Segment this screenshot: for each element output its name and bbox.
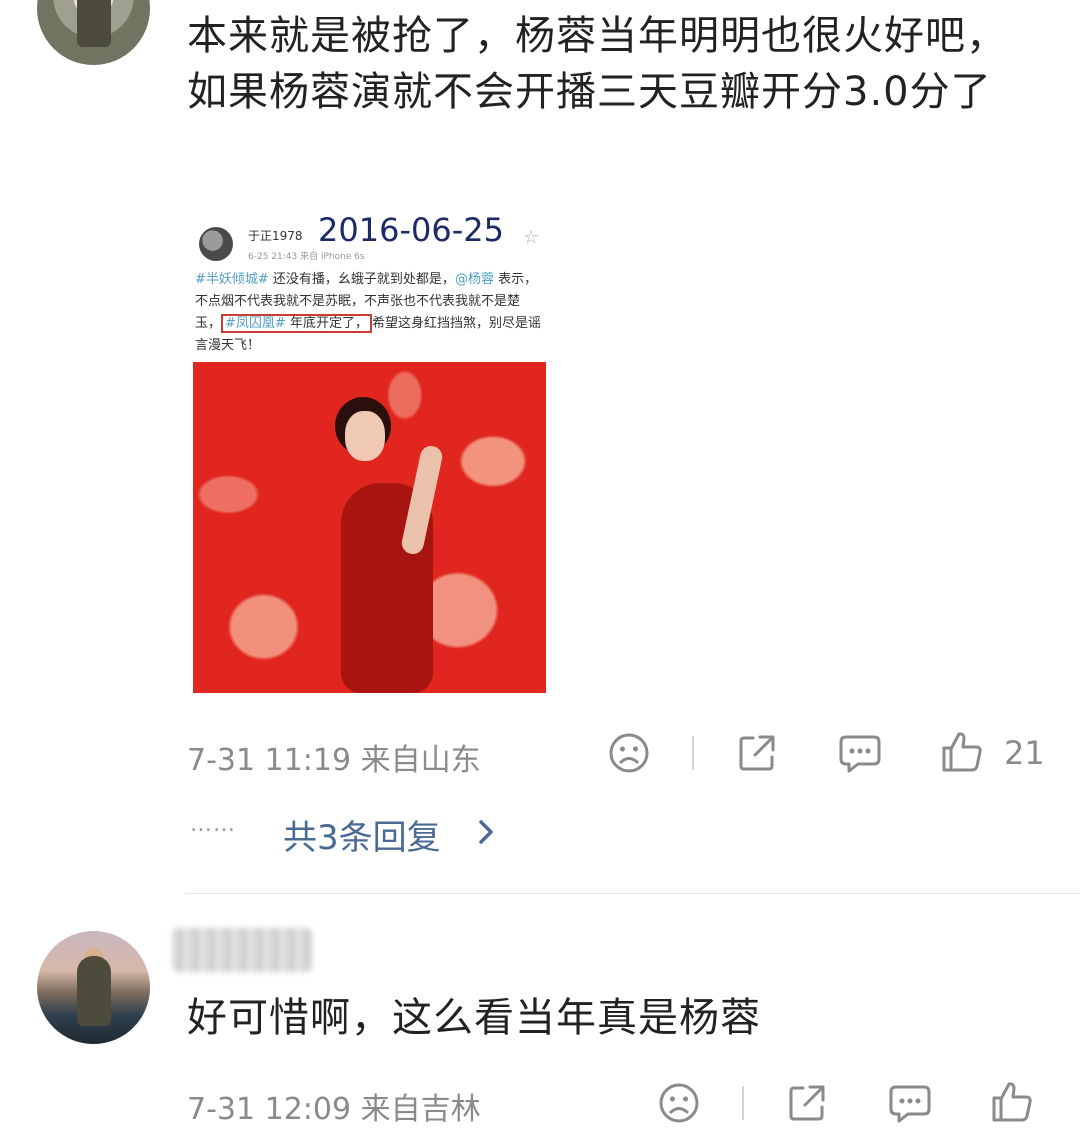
comment-time-location: 7-31 11:19 来自山东 [187, 743, 481, 778]
mention: @杨蓉 [454, 272, 494, 287]
action-separator [742, 1086, 744, 1120]
action-separator [692, 736, 694, 770]
star-icon: ☆ [523, 227, 540, 248]
commenter-name-blurred[interactable] [172, 928, 312, 972]
chevron-right-icon[interactable] [472, 812, 502, 852]
commenter-avatar[interactable] [37, 931, 150, 1044]
share-icon[interactable] [786, 1082, 828, 1124]
photo-face [345, 411, 385, 461]
comment-time-location: 7-31 12:09 来自吉林 [187, 1092, 481, 1127]
share-icon[interactable] [736, 732, 778, 774]
avatar-figure-body [77, 956, 111, 1026]
comment-icon[interactable] [888, 1082, 932, 1124]
comment-text: 好可惜啊，这么看当年真是杨蓉 [187, 995, 761, 1041]
post-date-overlay: 2016-06-25 [318, 211, 504, 249]
comment-icon[interactable] [838, 732, 882, 774]
post-body-text: #半妖倾城# 还没有播，幺蛾子就到处都是，@杨蓉 表示，不点烟不代表我就不是苏眠… [195, 269, 545, 357]
comment-divider [186, 893, 1080, 894]
replies-dots: …… [190, 812, 236, 837]
post-author-name: 于正1978 [248, 229, 303, 243]
highlight-box: #凤囚凰# 年底开定了， [221, 314, 372, 333]
post-timestamp: 6-25 21:43 来自 iPhone 6s [248, 252, 365, 262]
post-author-avatar [199, 227, 233, 261]
post-text-part: 年底开定了， [285, 316, 368, 331]
comment-text: 本来就是被抢了，杨蓉当年明明也很火好吧，如果杨蓉演就不会开播三天豆瓣开分3.0分… [187, 13, 1007, 115]
post-text-part: 还没有播，幺蛾子就到处都是， [268, 272, 455, 287]
like-count: 21 [1004, 734, 1045, 772]
commenter-avatar[interactable] [37, 0, 150, 65]
thumbs-up-icon[interactable] [990, 1080, 1034, 1124]
post-photo [193, 362, 546, 693]
hashtag: #凤囚凰# [225, 316, 286, 331]
thumbs-up-icon[interactable] [940, 730, 984, 774]
view-replies-link[interactable]: 共3条回复 [283, 810, 441, 859]
photo-subject [323, 397, 445, 693]
sad-face-icon[interactable] [658, 1082, 700, 1124]
embedded-screenshot-image[interactable]: 于正1978 2016-06-25 6-25 21:43 来自 iPhone 6… [193, 207, 546, 693]
sad-face-icon[interactable] [608, 732, 650, 774]
hashtag: #半妖倾城# [195, 272, 269, 287]
avatar-figure-body [77, 0, 111, 47]
